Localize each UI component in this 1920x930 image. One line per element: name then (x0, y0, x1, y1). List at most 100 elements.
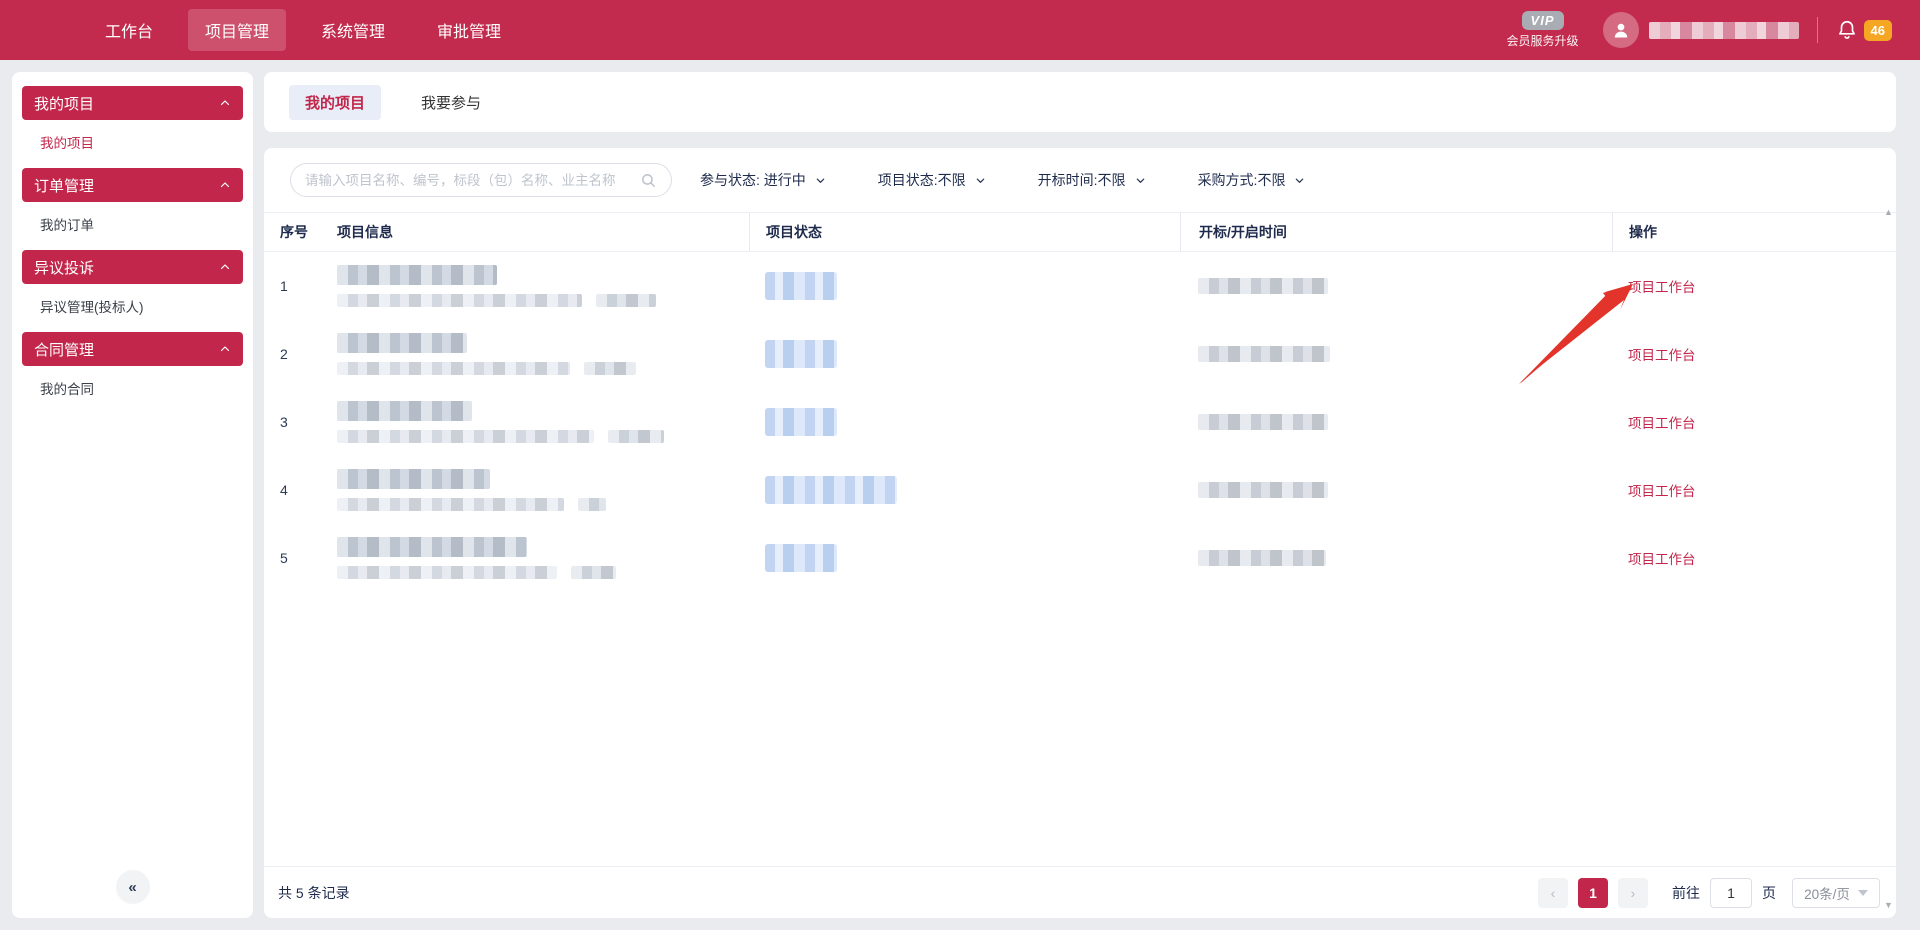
sidebar-section-title: 异议投诉 (34, 257, 94, 278)
sidebar-section-title: 订单管理 (34, 175, 94, 196)
top-navbar: 工作台项目管理系统管理审批管理 VIP 会员服务升级 46 (0, 0, 1920, 60)
record-count: 共 5 条记录 (278, 883, 350, 903)
user-menu[interactable] (1603, 12, 1799, 48)
page-1-button[interactable]: 1 (1578, 878, 1608, 908)
project-info-redacted (337, 469, 606, 511)
page-size-select[interactable]: 20条/页 (1792, 878, 1880, 908)
scroll-up-icon[interactable]: ▲ (1884, 208, 1893, 217)
sidebar-section-order-mgmt-group[interactable]: 订单管理 (22, 168, 243, 202)
nav-item-project-mgmt[interactable]: 项目管理 (188, 9, 286, 51)
filter-participate-status[interactable]: 参与状态: 进行中 (700, 170, 826, 190)
open-time-redacted (1198, 414, 1328, 430)
avatar (1603, 12, 1639, 48)
chevron-down-icon (815, 175, 826, 186)
filter-label: 采购方式:不限 (1198, 170, 1286, 190)
table-footer: 共 5 条记录 ‹ 1 › 前往 页 20条/页 (264, 866, 1896, 918)
search-icon[interactable] (640, 172, 657, 189)
sidebar-section-title: 我的项目 (34, 93, 94, 114)
project-workbench-link[interactable]: 项目工作台 (1628, 276, 1696, 296)
column-header-info: 项目信息 (326, 222, 749, 242)
notifications[interactable]: 46 (1836, 19, 1892, 41)
status-badge-redacted (765, 272, 837, 300)
prev-page-button[interactable]: ‹ (1538, 878, 1568, 908)
project-tag-redacted (584, 362, 636, 375)
tab-to-participate[interactable]: 我要参与 (405, 85, 497, 120)
user-name-redacted (1649, 22, 1799, 39)
notification-count-badge: 46 (1864, 20, 1892, 41)
person-icon (1611, 20, 1631, 40)
project-meta-redacted (337, 566, 616, 579)
page-number-input[interactable] (1710, 878, 1752, 908)
sidebar-item-dispute-mgmt-bidder[interactable]: 异议管理(投标人) (22, 284, 243, 328)
project-tag-redacted (596, 294, 656, 307)
table-row: 2项目工作台 (264, 320, 1896, 388)
sidebar-collapse-button[interactable]: « (116, 870, 150, 904)
next-page-button[interactable]: › (1618, 878, 1648, 908)
project-number-redacted (337, 362, 570, 375)
sidebar-section-dispute-group[interactable]: 异议投诉 (22, 250, 243, 284)
nav-item-workbench[interactable]: 工作台 (88, 9, 170, 51)
bell-icon (1836, 19, 1858, 41)
project-workbench-link[interactable]: 项目工作台 (1628, 480, 1696, 500)
status-badge-redacted (765, 340, 837, 368)
search-input[interactable] (305, 173, 632, 188)
table-body: 1项目工作台2项目工作台3项目工作台4项目工作台5项目工作台 (264, 252, 1896, 592)
sidebar-item-my-contracts[interactable]: 我的合同 (22, 366, 243, 410)
project-meta-redacted (337, 294, 656, 307)
row-index: 3 (264, 414, 326, 430)
goto-label: 前往 (1672, 883, 1700, 903)
open-time-redacted (1198, 550, 1326, 566)
project-info-redacted (337, 265, 656, 307)
sidebar-section-title: 合同管理 (34, 339, 94, 360)
action-cell: 项目工作台 (1612, 344, 1896, 364)
project-info-redacted (337, 401, 664, 443)
table-row: 4项目工作台 (264, 456, 1896, 524)
sidebar: 我的项目我的项目订单管理我的订单异议投诉异议管理(投标人)合同管理我的合同 « (12, 72, 253, 918)
vip-icon: VIP (1522, 11, 1564, 30)
open-time-cell (1180, 278, 1612, 294)
nav-item-approval-mgmt[interactable]: 审批管理 (420, 9, 518, 51)
sidebar-item-my-orders[interactable]: 我的订单 (22, 202, 243, 246)
filter-project-status[interactable]: 项目状态:不限 (878, 170, 986, 190)
project-info-cell (326, 265, 749, 307)
project-name-redacted (337, 537, 527, 557)
table-row: 3 项目工作台 (264, 388, 1896, 456)
filter-bid-open-time[interactable]: 开标时间:不限 (1038, 170, 1146, 190)
project-status-cell (749, 544, 1180, 572)
project-workbench-link[interactable]: 项目工作台 (1628, 412, 1696, 432)
chevron-up-icon (219, 179, 231, 191)
open-time-redacted (1198, 278, 1328, 294)
project-number-redacted (337, 498, 564, 511)
project-info-cell (326, 401, 749, 443)
scroll-down-icon[interactable]: ▼ (1884, 901, 1893, 910)
vertical-scrollbar[interactable]: ▲ ▼ (1882, 204, 1895, 914)
action-cell: 项目工作台 (1612, 276, 1896, 296)
column-header-index: 序号 (264, 222, 326, 242)
vip-upgrade[interactable]: VIP 会员服务升级 (1507, 11, 1579, 49)
action-cell: 项目工作台 (1612, 480, 1896, 500)
nav-item-system-mgmt[interactable]: 系统管理 (304, 9, 402, 51)
divider (1817, 17, 1818, 43)
project-tag-redacted (578, 498, 606, 511)
project-workbench-link[interactable]: 项目工作台 (1628, 344, 1696, 364)
table-header: 序号项目信息项目状态开标/开启时间操作 (264, 212, 1896, 252)
table-row: 1项目工作台 (264, 252, 1896, 320)
project-status-cell (749, 476, 1180, 504)
chevron-down-icon (1294, 175, 1305, 186)
sidebar-item-my-projects[interactable]: 我的项目 (22, 120, 243, 164)
filters: 参与状态: 进行中 项目状态:不限 开标时间:不限 采购方式:不限 (700, 170, 1305, 190)
project-workbench-link[interactable]: 项目工作台 (1628, 548, 1696, 568)
filter-procurement-method[interactable]: 采购方式:不限 (1198, 170, 1306, 190)
tab-my-projects[interactable]: 我的项目 (289, 85, 381, 120)
project-tag-redacted (571, 566, 616, 579)
sidebar-section-contract-mgmt-group[interactable]: 合同管理 (22, 332, 243, 366)
column-header-open-time: 开标/开启时间 (1180, 213, 1612, 251)
row-index: 5 (264, 550, 326, 566)
column-header-status: 项目状态 (749, 213, 1180, 251)
project-status-cell (749, 272, 1180, 300)
project-meta-redacted (337, 498, 606, 511)
tabs-bar: 我的项目我要参与 (264, 72, 1896, 132)
chevron-down-icon (975, 175, 986, 186)
sidebar-section-my-projects-group[interactable]: 我的项目 (22, 86, 243, 120)
project-number-redacted (337, 566, 557, 579)
